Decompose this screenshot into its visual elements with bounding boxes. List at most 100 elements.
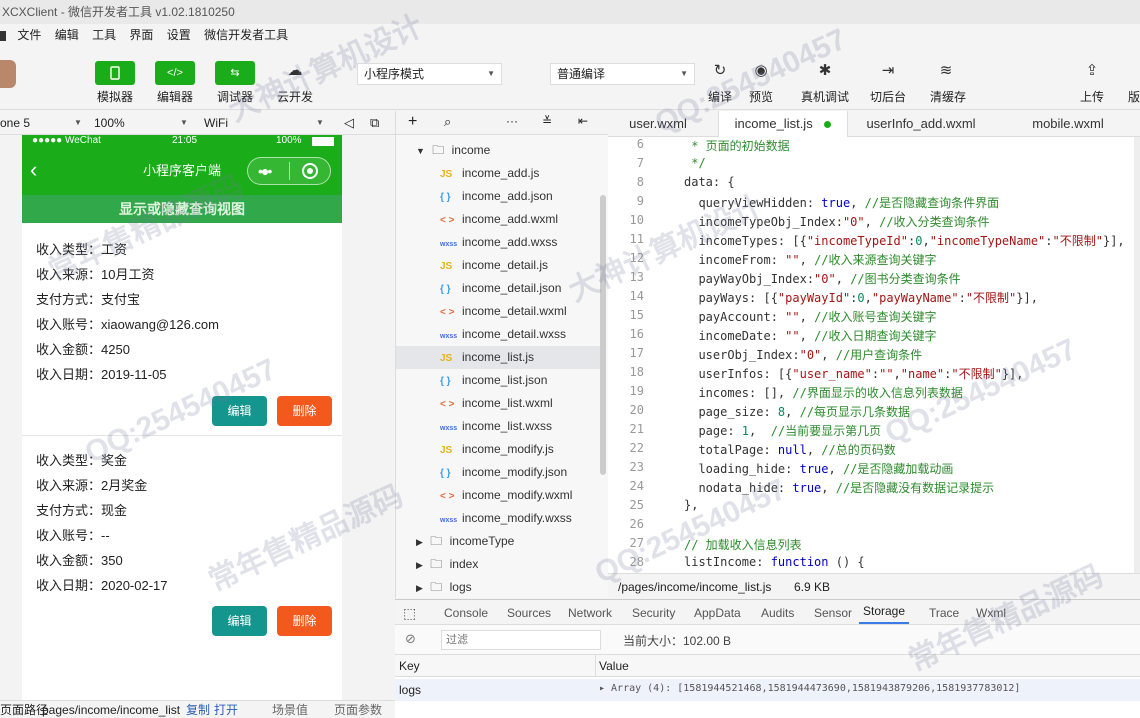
tab-sources[interactable]: Sources <box>507 600 551 626</box>
refresh-icon[interactable]: ↻ <box>708 61 732 81</box>
simulator-toggle-button[interactable] <box>95 61 135 85</box>
clear-icon[interactable]: ⊘ <box>405 631 416 647</box>
copy-link[interactable]: 复制 <box>186 701 210 718</box>
version-label[interactable]: 版 <box>1128 88 1140 105</box>
preview-label[interactable]: 预览 <box>741 88 781 105</box>
tab-storage[interactable]: Storage <box>859 600 910 624</box>
delete-button[interactable]: 删除 <box>277 396 332 426</box>
tab-security[interactable]: Security <box>632 600 675 626</box>
zoom-select[interactable]: 100% <box>94 111 125 135</box>
more-dots-icon[interactable]: •●• <box>258 161 272 181</box>
code-line[interactable]: totalPage: null, //总的页码数 <box>684 441 895 458</box>
real-device-debug-label[interactable]: 真机调试 <box>795 88 855 105</box>
file-item[interactable]: wxss income_add.wxss <box>396 231 601 254</box>
file-item[interactable]: < > income_detail.wxml <box>396 300 601 323</box>
file-item[interactable]: JS income_modify.js <box>396 438 601 461</box>
open-link[interactable]: 打开 <box>214 701 238 718</box>
code-line[interactable]: queryViewHidden: true, //是否隐藏查询条件界面 <box>684 194 999 211</box>
tab-wxml[interactable]: Wxml <box>976 600 1006 626</box>
sort-icon[interactable]: ≚ <box>542 114 552 128</box>
code-line[interactable]: incomeDate: "", //收入日期查询关键字 <box>684 327 936 344</box>
search-icon[interactable]: ⌕ <box>444 114 451 130</box>
code-line[interactable]: listIncome: function () { <box>684 555 865 569</box>
code-line[interactable]: }, <box>684 498 698 512</box>
close-circle-icon[interactable] <box>302 163 318 179</box>
capsule-menu[interactable]: •●• <box>247 157 331 185</box>
speaker-icon[interactable]: ◁ <box>344 111 354 135</box>
code-line[interactable]: page_size: 8, //每页显示几条数据 <box>684 403 910 420</box>
code-line[interactable]: payWayObj_Index:"0", //图书分类查询条件 <box>684 270 960 287</box>
file-item[interactable]: JS income_detail.js <box>396 254 601 277</box>
tab-console[interactable]: Console <box>444 600 488 626</box>
tab-userinfo-add-wxml[interactable]: userInfo_add.wxml <box>856 111 986 137</box>
query-toggle-button[interactable]: 显示或隐藏查询视图 <box>22 195 342 223</box>
tab-network[interactable]: Network <box>568 600 612 626</box>
file-item[interactable]: { } income_list.json <box>396 369 601 392</box>
editor-toggle-button[interactable]: </> <box>155 61 195 85</box>
avatar[interactable] <box>0 60 16 88</box>
tab-audits[interactable]: Audits <box>761 600 794 626</box>
tab-income-list-js[interactable]: income_list.js <box>718 111 848 137</box>
debugger-toggle-button[interactable]: ⇆ <box>215 61 255 85</box>
file-item[interactable]: wxss income_detail.wxss <box>396 323 601 346</box>
code-line[interactable]: */ <box>684 156 705 170</box>
cloud-icon[interactable]: ☁ <box>283 61 307 81</box>
tree-scrollbar[interactable] <box>600 195 606 475</box>
code-line[interactable]: page: 1, //当前要显示第几页 <box>684 422 881 439</box>
code-line[interactable]: incomeTypeObj_Index:"0", //收入分类查询条件 <box>684 213 989 230</box>
menu-item-tools[interactable]: 工具 <box>92 28 116 42</box>
layers-icon[interactable]: ≋ <box>934 61 958 81</box>
menu-item-wechat-devtools[interactable]: 微信开发者工具 <box>204 28 288 42</box>
tab-sensor[interactable]: Sensor <box>814 600 852 626</box>
menu-item-settings[interactable]: 设置 <box>167 28 191 42</box>
eye-icon[interactable]: ◉ <box>749 61 773 81</box>
tab-user-wxml[interactable]: user.wxml <box>608 111 708 137</box>
compile-select[interactable]: 普通编译 ▼ <box>550 63 695 85</box>
device-select[interactable]: one 5 <box>0 111 60 135</box>
folder-logs[interactable]: ▶ 🗀 logs <box>416 576 472 598</box>
file-item[interactable]: { } income_add.json <box>396 185 601 208</box>
file-item[interactable]: < > income_list.wxml <box>396 392 601 415</box>
file-item[interactable]: JS income_add.js <box>396 162 601 185</box>
mode-select[interactable]: 小程序模式 ▼ <box>357 63 502 85</box>
code-line[interactable]: incomes: [], //界面显示的收入信息列表数据 <box>684 384 962 401</box>
file-item[interactable]: < > income_modify.wxml <box>396 484 601 507</box>
folder-index[interactable]: ▶ 🗀 index <box>416 553 478 576</box>
code-line[interactable]: data: { <box>684 175 735 189</box>
tab-mobile-wxml[interactable]: mobile.wxml <box>1018 111 1118 137</box>
file-item[interactable]: < > income_add.wxml <box>396 208 601 231</box>
upload-cloud-icon[interactable]: ⇪ <box>1080 61 1104 81</box>
cloud-dev-label[interactable]: 云开发 <box>275 88 315 105</box>
file-item[interactable]: JS income_list.js <box>396 346 601 369</box>
menu-item-view[interactable]: 界面 <box>129 28 153 42</box>
editor-scrollbar[interactable] <box>1134 137 1140 573</box>
file-item[interactable]: wxss income_list.wxss <box>396 415 601 438</box>
file-item[interactable]: { } income_detail.json <box>396 277 601 300</box>
edit-button[interactable]: 编辑 <box>212 396 267 426</box>
code-line[interactable]: nodata_hide: true, //是否隐藏没有数据记录提示 <box>684 479 994 496</box>
code-line[interactable]: userObj_Index:"0", //用户查询条件 <box>684 346 922 363</box>
switch-background-icon[interactable]: ⇥ <box>876 61 900 81</box>
network-select[interactable]: WiFi <box>204 111 228 135</box>
more-icon[interactable]: ··· <box>506 114 518 128</box>
collapse-panel-icon[interactable]: ⇤ <box>578 114 588 128</box>
code-line[interactable]: // 加载收入信息列表 <box>684 536 802 553</box>
code-line[interactable]: loading_hide: true, //是否隐藏加载动画 <box>684 460 953 477</box>
back-arrow-icon[interactable]: ‹ <box>30 157 37 183</box>
menu-item-edit[interactable]: 编辑 <box>55 28 79 42</box>
file-item[interactable]: { } income_modify.json <box>396 461 601 484</box>
tab-appdata[interactable]: AppData <box>694 600 741 626</box>
code-line[interactable]: payWays: [{"payWayId":0,"payWayName":"不限… <box>684 289 1038 306</box>
menu-item-file[interactable]: 文件 <box>17 28 41 42</box>
add-icon[interactable]: + <box>408 113 417 131</box>
column-value[interactable]: Value <box>599 659 629 673</box>
code-line[interactable]: userInfos: [{"user_name":"","name":"不限制"… <box>684 365 1023 382</box>
delete-button[interactable]: 删除 <box>277 606 332 636</box>
tab-trace[interactable]: Trace <box>929 600 959 626</box>
table-row[interactable]: logs ▸ Array (4): [1581944521468,1581944… <box>395 679 1140 701</box>
compile-label[interactable]: 编译 <box>700 88 740 105</box>
code-editor[interactable]: 6 * 页面的初始数据 7 */ 8 data: {9 queryViewHidden… <box>608 137 1140 573</box>
folder-incometype[interactable]: ▶ 🗀 incomeType <box>416 530 514 553</box>
filter-input[interactable] <box>441 630 601 650</box>
background-label[interactable]: 切后台 <box>866 88 910 105</box>
